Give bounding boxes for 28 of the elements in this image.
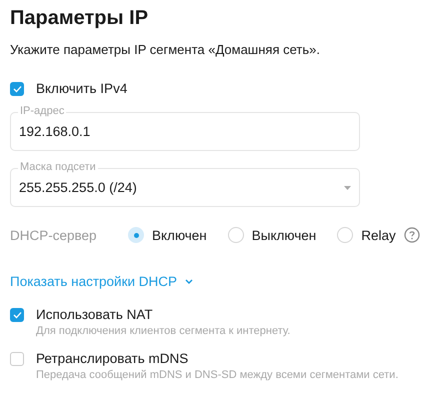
radio-option[interactable]: Relay (337, 227, 396, 243)
radio-button[interactable] (228, 227, 244, 243)
subnet-mask-dropdown[interactable]: Маска подсети 255.255.255.0 (/24) (10, 161, 360, 207)
chevron-icon (185, 279, 194, 284)
help-icon[interactable] (404, 227, 420, 243)
page-title: Параметры IP (10, 6, 150, 31)
radio-option[interactable]: Выключен (228, 227, 316, 243)
dropdown-caret-icon (344, 186, 351, 190)
checkbox-label: Ретранслировать mDNS (36, 351, 188, 366)
checkbox[interactable] (10, 352, 24, 366)
radio-option[interactable]: Включен (128, 227, 207, 243)
checkmark-icon (12, 84, 22, 92)
radio-button[interactable] (128, 227, 144, 243)
field-value: 255.255.255.0 (/24) (19, 180, 138, 195)
dhcp-server-label: DHCP-сервер (10, 228, 98, 242)
radio-button[interactable] (337, 227, 354, 243)
checkmark-icon (12, 310, 22, 318)
ip-address-field[interactable]: IP-адрес 192.168.0.1 (10, 105, 360, 151)
checkbox[interactable] (10, 82, 24, 96)
checkbox[interactable] (10, 308, 24, 322)
option-description: Для подключения клиентов сегмента к интернету. (36, 325, 292, 337)
field-label: IP-адрес (18, 105, 66, 117)
checkbox-label: Включить IPv4 (36, 81, 128, 96)
checkbox-label: Использовать NAT (36, 307, 153, 322)
field-value: 192.168.0.1 (19, 124, 351, 139)
field-label: Маска подсети (18, 161, 98, 173)
description-text: Укажите параметры IP сегмента «Домашняя сеть». (10, 41, 321, 59)
option-description: Передача сообщений mDNS и DNS-SD между всеми сегментами сети. (36, 369, 400, 381)
